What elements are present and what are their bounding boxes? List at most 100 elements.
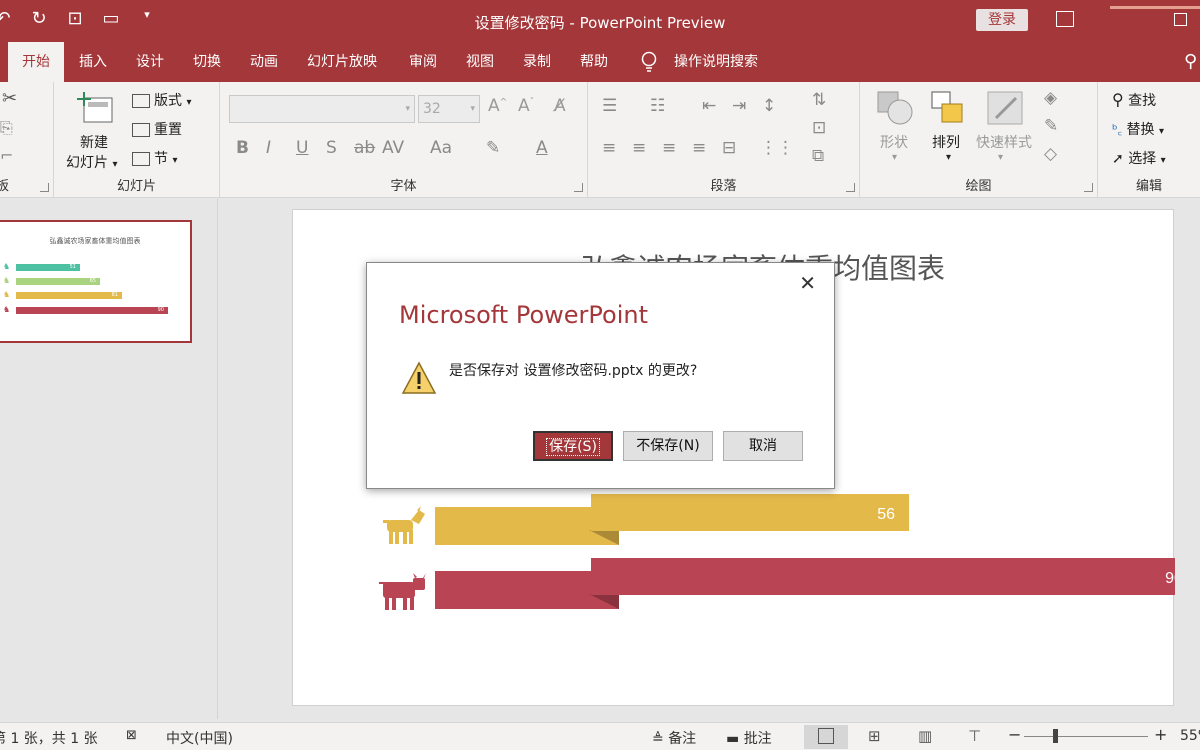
thumbnail-bar-1: 51: [16, 264, 80, 271]
numbering-icon[interactable]: ☷: [650, 96, 665, 116]
find-button[interactable]: ⚲ 查找: [1112, 90, 1156, 110]
slide-thumbnail-1[interactable]: 弘鑫诚农场家畜体重均值图表 51 65 81 90 ♞ ♞ ♞ ♞: [0, 220, 192, 343]
new-slide-button[interactable]: 幻灯片 ▾: [66, 152, 117, 172]
clipboard-dialog-launcher[interactable]: [40, 183, 49, 192]
font-dialog-launcher[interactable]: [574, 183, 583, 192]
justify-icon[interactable]: ≡: [692, 138, 706, 158]
shape-button[interactable]: 形状: [880, 132, 908, 152]
distributed-icon[interactable]: ⊟: [722, 138, 736, 158]
tab-animations[interactable]: 动画: [250, 42, 278, 82]
arrange-button[interactable]: 排列: [932, 132, 960, 152]
close-icon[interactable]: ✕: [799, 271, 816, 295]
quick-styles-dropdown-icon[interactable]: ▾: [998, 152, 1003, 163]
reading-view-button[interactable]: ▥: [904, 725, 948, 749]
dont-save-button[interactable]: 不保存(N): [623, 431, 713, 461]
new-slide-icon[interactable]: [76, 90, 116, 126]
section-button[interactable]: 节 ▾: [132, 148, 177, 168]
font-name-box[interactable]: ▾: [229, 95, 415, 123]
slide-sorter-button[interactable]: ⊞: [854, 725, 898, 749]
underline-icon[interactable]: U: [296, 138, 308, 158]
find-label: 查找: [1128, 93, 1157, 109]
tab-slideshow[interactable]: 幻灯片放映: [307, 42, 377, 82]
account-icon[interactable]: ⚲: [1184, 42, 1197, 82]
cut-icon[interactable]: ✂: [2, 88, 17, 109]
arrange-icon[interactable]: [930, 90, 966, 126]
language-status[interactable]: 中文(中国): [166, 728, 233, 748]
bullets-icon[interactable]: ☰: [602, 96, 617, 116]
login-button[interactable]: 登录: [976, 9, 1028, 31]
increase-indent-icon[interactable]: ⇥: [732, 96, 746, 116]
warning-icon: [401, 361, 437, 394]
reset-label: 重置: [154, 122, 182, 138]
tab-record[interactable]: 录制: [523, 42, 551, 82]
bold-icon[interactable]: B: [236, 138, 249, 158]
bar-goat[interactable]: [591, 494, 910, 531]
layout-button[interactable]: 版式 ▾: [132, 90, 191, 110]
decrease-font-icon[interactable]: Aˇ: [518, 96, 534, 116]
zoom-slider-track[interactable]: [1024, 736, 1148, 737]
tab-design[interactable]: 设计: [136, 42, 164, 82]
thumbnail-value-1: 51: [69, 264, 76, 270]
quick-styles-icon[interactable]: [986, 90, 1024, 126]
shape-effects-icon[interactable]: ◇: [1044, 144, 1057, 164]
line-spacing-icon[interactable]: ↕: [762, 96, 776, 116]
decrease-indent-icon[interactable]: ⇤: [702, 96, 716, 116]
shape-fill-icon[interactable]: ◈: [1044, 88, 1057, 108]
tab-home[interactable]: 开始: [8, 42, 64, 82]
highlight-icon[interactable]: ✎: [486, 138, 500, 158]
replace-button[interactable]: ᵇ꜀ 替换 ▾: [1112, 119, 1164, 139]
tab-view[interactable]: 视图: [466, 42, 494, 82]
text-direction-icon[interactable]: ⇅: [812, 90, 826, 110]
paragraph-group-label: 段落: [710, 179, 737, 194]
shape-dropdown-icon[interactable]: ▾: [892, 152, 897, 163]
ribbon-display-options-icon[interactable]: [1056, 11, 1074, 27]
reset-button[interactable]: 重置: [132, 119, 182, 139]
font-color-icon[interactable]: A: [536, 138, 548, 158]
zoom-out-icon[interactable]: −: [1008, 725, 1021, 744]
zoom-level[interactable]: 55%: [1180, 728, 1200, 744]
smartart-icon[interactable]: ⧉: [812, 146, 824, 166]
slideshow-view-button[interactable]: ⊤: [954, 725, 998, 749]
zoom-in-icon[interactable]: +: [1154, 725, 1167, 744]
shadow-icon[interactable]: S: [326, 138, 337, 158]
bar-cow[interactable]: [591, 558, 1175, 595]
clear-formatting-icon[interactable]: A̸: [554, 96, 566, 116]
copy-icon[interactable]: ⎘: [0, 118, 13, 138]
search-icon: ⚲: [1112, 90, 1124, 109]
align-left-icon[interactable]: ≡: [602, 138, 616, 158]
save-button[interactable]: 保存(S): [533, 431, 613, 461]
tab-help[interactable]: 帮助: [580, 42, 608, 82]
align-text-icon[interactable]: ⊡: [812, 118, 826, 138]
paragraph-dialog-launcher[interactable]: [846, 183, 855, 192]
align-center-icon[interactable]: ≡: [632, 138, 646, 158]
tab-transitions[interactable]: 切换: [193, 42, 221, 82]
select-button[interactable]: ➚ 选择 ▾: [1112, 148, 1166, 168]
drawing-dialog-launcher[interactable]: [1084, 183, 1093, 192]
change-case-icon[interactable]: Aa: [430, 138, 452, 158]
normal-view-icon: [818, 728, 834, 744]
accessibility-icon[interactable]: ⊠: [126, 728, 137, 743]
align-right-icon[interactable]: ≡: [662, 138, 676, 158]
tell-me-search[interactable]: 操作说明搜索: [674, 42, 758, 82]
arrange-dropdown-icon[interactable]: ▾: [946, 152, 951, 163]
quick-styles-button[interactable]: 快速样式: [976, 132, 1032, 152]
character-spacing-icon[interactable]: AV: [382, 138, 404, 158]
notes-button[interactable]: ≜ 备注: [652, 728, 696, 748]
normal-view-button[interactable]: [804, 725, 848, 749]
shapes-icon[interactable]: [876, 90, 914, 126]
tab-review[interactable]: 审阅: [409, 42, 437, 82]
shape-outline-icon[interactable]: ✎: [1044, 116, 1058, 136]
format-painter-icon[interactable]: ⌐: [0, 146, 13, 165]
increase-font-icon[interactable]: A^: [488, 96, 507, 116]
italic-icon[interactable]: I: [266, 138, 271, 158]
new-slide-label-1[interactable]: 新建: [80, 132, 108, 152]
strikethrough-icon[interactable]: ab: [354, 138, 375, 158]
minimize-indicator: [1110, 6, 1200, 9]
font-size-box[interactable]: 32 ▾: [418, 95, 480, 123]
columns-icon[interactable]: ⋮⋮: [760, 138, 794, 158]
tab-insert[interactable]: 插入: [79, 42, 107, 82]
maximize-icon[interactable]: [1174, 13, 1187, 26]
comments-button[interactable]: ▬ 批注: [726, 728, 772, 748]
cancel-button[interactable]: 取消: [723, 431, 803, 461]
zoom-slider-thumb[interactable]: [1053, 729, 1058, 743]
